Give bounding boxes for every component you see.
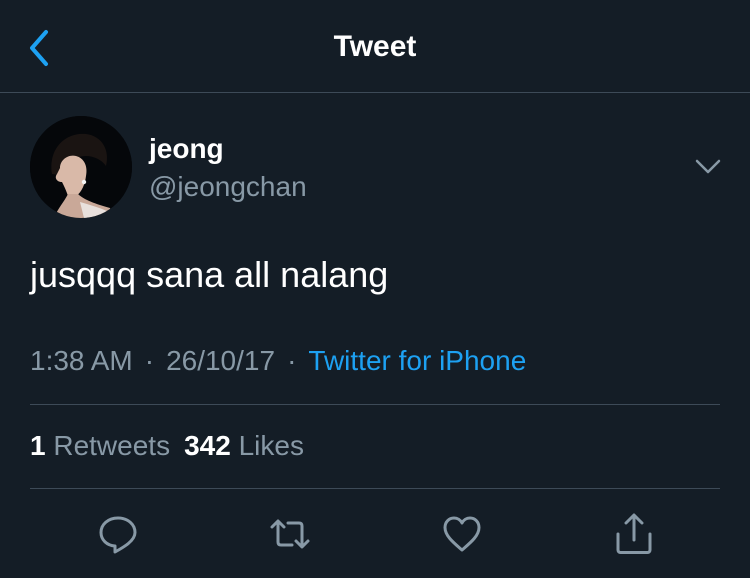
tweet-date: 26/10/17 [166, 345, 276, 376]
more-options-button[interactable] [690, 152, 726, 180]
author-handle[interactable]: @jeongchan [149, 171, 307, 203]
retweets-label: Retweets [53, 430, 171, 461]
divider [30, 404, 720, 405]
tweet-time: 1:38 AM [30, 345, 133, 376]
retweet-icon [270, 519, 310, 549]
author-name[interactable]: jeong [149, 133, 224, 165]
meta-separator: · [144, 345, 155, 376]
page-title: Tweet [333, 30, 417, 63]
divider [30, 488, 720, 489]
chevron-down-icon [695, 159, 721, 174]
retweets-count: 1 [30, 430, 46, 461]
avatar-image [30, 116, 132, 218]
tweet-stats: 1 Retweets 342 Likes [30, 430, 304, 462]
top-bar: Tweet [0, 0, 750, 93]
tweet-meta: 1:38 AM · 26/10/17 · Twitter for iPhone [30, 345, 526, 377]
likes-label: Likes [238, 430, 304, 461]
reply-button[interactable] [96, 512, 140, 556]
heart-icon [443, 516, 481, 552]
tweet-text: jusqqq sana all nalang [30, 254, 389, 295]
retweet-button[interactable] [268, 512, 312, 556]
likes-stat[interactable]: 342 Likes [184, 430, 304, 461]
share-icon [616, 513, 652, 554]
likes-count: 342 [184, 430, 231, 461]
meta-separator: · [287, 345, 297, 376]
like-button[interactable] [440, 512, 484, 556]
share-button[interactable] [612, 512, 656, 556]
retweets-stat[interactable]: 1 Retweets [30, 430, 170, 461]
avatar[interactable] [30, 116, 132, 218]
reply-icon [99, 516, 137, 554]
tweet-source-link[interactable]: Twitter for iPhone [308, 345, 526, 376]
